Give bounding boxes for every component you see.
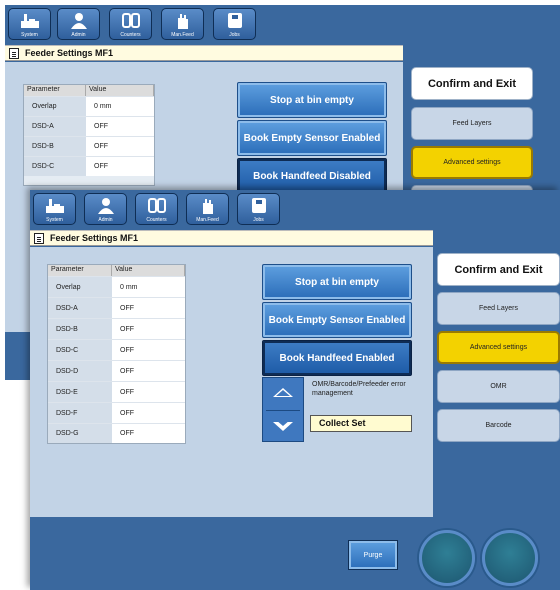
feed-layers-button[interactable]: Feed Layers	[437, 292, 560, 325]
jobs-button[interactable]: Jobs	[237, 193, 280, 225]
jobs-button[interactable]: Jobs	[213, 8, 256, 40]
confirm-and-exit-button[interactable]: Confirm and Exit	[411, 67, 533, 100]
table-row[interactable]: DSD-F OFF	[48, 402, 185, 423]
table-row[interactable]: Overlap 0 mm	[24, 96, 154, 116]
admin-button[interactable]: Admin	[57, 8, 100, 40]
book-empty-sensor-button[interactable]: Book Empty Sensor Enabled	[262, 302, 412, 338]
arrow-up-icon[interactable]	[273, 388, 293, 397]
error-mgmt-value[interactable]: Collect Set	[310, 415, 412, 432]
disk-icon	[251, 198, 266, 213]
table-row[interactable]: DSD-E OFF	[48, 381, 185, 402]
stop-at-bin-empty-button[interactable]: Stop at bin empty	[237, 82, 387, 118]
book-handfeed-button[interactable]: Book Handfeed Enabled	[262, 340, 412, 376]
advanced-settings-button[interactable]: Advanced settings	[411, 146, 533, 179]
parameter-table: Parameter Value Overlap 0 mm DSD-A OFF DSD…	[47, 264, 186, 444]
system-icon	[20, 14, 39, 28]
admin-button[interactable]: Admin	[84, 193, 127, 225]
document-icon	[34, 233, 44, 244]
confirm-and-exit-button[interactable]: Confirm and Exit	[437, 253, 560, 286]
hand-icon	[177, 14, 188, 29]
system-button[interactable]: System	[8, 8, 51, 40]
counter-icon	[147, 198, 166, 213]
user-icon	[70, 13, 87, 29]
user-icon	[97, 198, 114, 214]
table-row[interactable]: DSD-B OFF	[48, 318, 185, 339]
table-header: Parameter Value	[48, 265, 185, 276]
hand-icon	[202, 199, 213, 214]
main-panel: Parameter Value Overlap 0 mm DSD-A OFF DSD…	[30, 247, 433, 517]
stepper-divider	[266, 410, 300, 411]
parameter-table: Parameter Value Overlap 0 mm DSD-A OFF DSD…	[23, 84, 155, 186]
round-button-right[interactable]	[482, 530, 538, 586]
counter-icon	[121, 13, 140, 28]
table-row[interactable]: DSD-A OFF	[48, 297, 185, 318]
purge-button[interactable]: Purge	[348, 540, 398, 570]
sidebar: Confirm and Exit Feed Layers Advanced se…	[433, 247, 560, 517]
table-row[interactable]: DSD-D OFF	[48, 360, 185, 381]
disk-icon	[227, 13, 242, 28]
document-icon	[9, 48, 19, 59]
table-row[interactable]: DSD-A OFF	[24, 116, 154, 136]
front-window: System Admin Counters Man.Feed Jobs Feed…	[30, 190, 560, 590]
error-mgmt-stepper	[262, 377, 304, 442]
table-header: Parameter Value	[24, 85, 154, 96]
round-button-left[interactable]	[419, 530, 475, 586]
table-row[interactable]: DSD-B OFF	[24, 136, 154, 156]
arrow-down-icon[interactable]	[273, 420, 293, 431]
window-title: Feeder Settings MF1	[30, 230, 433, 246]
counters-button[interactable]: Counters	[109, 8, 152, 40]
table-row[interactable]: DSD-C OFF	[48, 339, 185, 360]
system-icon	[45, 199, 64, 213]
window-title: Feeder Settings MF1	[5, 45, 403, 61]
error-mgmt-label: OMR/Barcode/Prefeeder error management	[312, 381, 406, 397]
omr-button[interactable]: OMR	[437, 370, 560, 403]
table-row[interactable]: DSD-G OFF	[48, 423, 185, 443]
table-row[interactable]: Overlap 0 mm	[48, 276, 185, 297]
barcode-button[interactable]: Barcode	[437, 409, 560, 442]
man-feed-button[interactable]: Man.Feed	[161, 8, 204, 40]
book-empty-sensor-button[interactable]: Book Empty Sensor Enabled	[237, 120, 387, 156]
advanced-settings-button[interactable]: Advanced settings	[437, 331, 560, 364]
book-handfeed-button[interactable]: Book Handfeed Disabled	[237, 158, 387, 194]
stop-at-bin-empty-button[interactable]: Stop at bin empty	[262, 264, 412, 300]
counters-button[interactable]: Counters	[135, 193, 178, 225]
feed-layers-button[interactable]: Feed Layers	[411, 107, 533, 140]
system-button[interactable]: System	[33, 193, 76, 225]
table-row[interactable]: DSD-C OFF	[24, 156, 154, 176]
man-feed-button[interactable]: Man.Feed	[186, 193, 229, 225]
